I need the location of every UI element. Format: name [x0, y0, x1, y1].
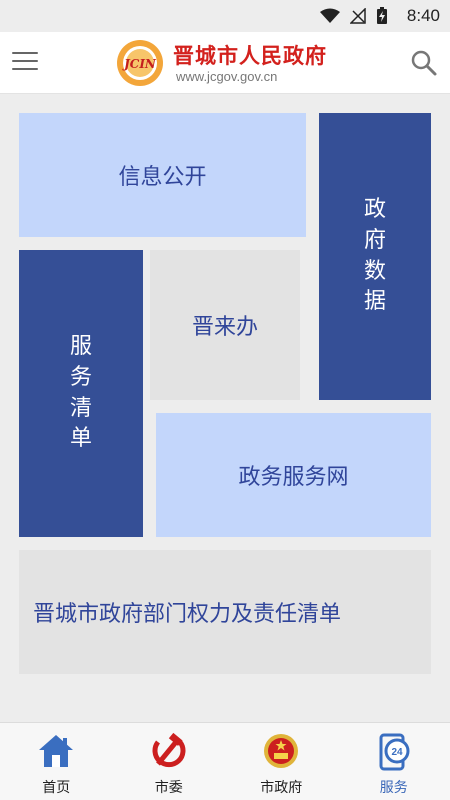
hammer-sickle-icon	[149, 731, 189, 771]
tile-info-public[interactable]: 信息公开	[19, 113, 306, 237]
status-time: 8:40	[406, 6, 440, 25]
menu-icon[interactable]	[12, 52, 38, 74]
nav-service[interactable]: 24 服务	[338, 723, 450, 800]
tile-gov-service-net[interactable]: 政务服务网	[156, 413, 431, 537]
nav-party[interactable]: 市委	[113, 723, 226, 800]
jcin-logo: JCIN	[117, 40, 163, 86]
tile-jin-lai-ban[interactable]: 晋来办	[150, 250, 300, 400]
no-signal-icon	[350, 8, 366, 24]
nav-party-label: 市委	[154, 780, 183, 796]
nav-home-label: 首页	[42, 780, 71, 796]
nav-government-label: 市政府	[260, 780, 303, 796]
battery-charging-icon	[377, 7, 387, 24]
status-bar: 8:40	[0, 0, 450, 32]
tile-gov-data-label: 政府数据	[363, 196, 386, 315]
svg-text:24: 24	[391, 747, 403, 758]
tile-power-list[interactable]: 晋城市政府部门权力及责任清单	[19, 550, 431, 674]
national-emblem-icon	[261, 731, 301, 771]
search-icon[interactable]	[410, 49, 438, 77]
app-header: JCIN 晋城市人民政府 www.jcgov.gov.cn	[0, 32, 450, 94]
tile-jin-lai-ban-label: 晋来办	[191, 315, 258, 340]
tile-service-list-label: 服务清单	[69, 333, 92, 452]
home-icon	[36, 731, 76, 771]
tile-power-list-label: 晋城市政府部门权力及责任清单	[33, 602, 342, 627]
nav-government[interactable]: 市政府	[225, 723, 338, 800]
tile-info-public-label: 信息公开	[118, 165, 207, 190]
nav-home[interactable]: 首页	[0, 723, 113, 800]
tile-gov-service-net-label: 政务服务网	[238, 465, 349, 490]
site-title: 晋城市人民政府	[173, 43, 327, 68]
status-icons	[320, 7, 388, 25]
wifi-icon	[320, 8, 340, 23]
svg-text:JCIN: JCIN	[122, 57, 157, 71]
tile-service-list[interactable]: 服务清单	[19, 250, 143, 537]
bottom-nav: 首页 市委 市政府 24 服务	[0, 722, 450, 800]
nav-service-label: 服务	[379, 780, 408, 796]
service-24h-icon: 24	[374, 731, 414, 771]
tile-gov-data[interactable]: 政府数据	[319, 113, 431, 400]
site-url: www.jcgov.gov.cn	[176, 69, 278, 84]
